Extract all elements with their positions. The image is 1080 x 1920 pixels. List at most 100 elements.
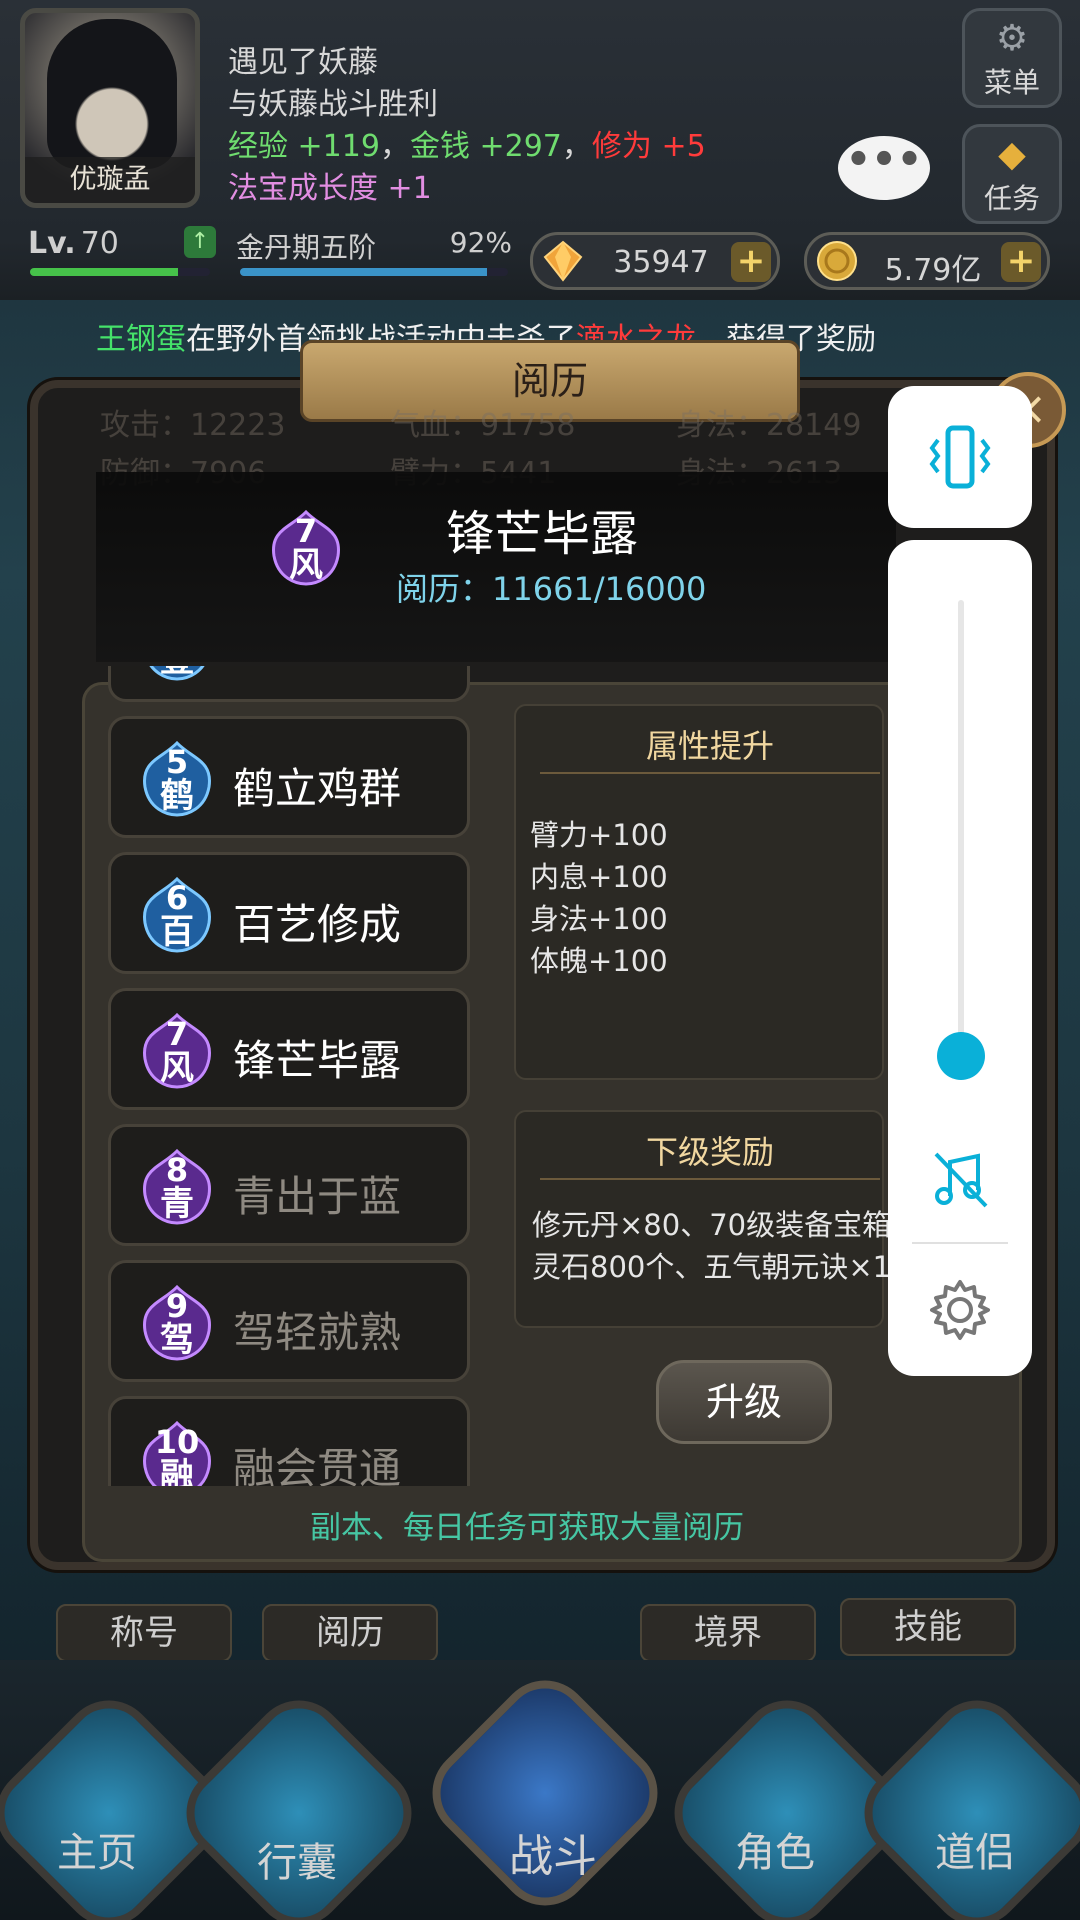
volume-slider-track[interactable] [958, 600, 964, 1080]
stage-badge: 4壹 [135, 666, 219, 683]
vibrate-toggle[interactable] [888, 386, 1032, 528]
attribute-line: 身法+100 [530, 902, 668, 936]
tab-title[interactable]: 称号 [56, 1604, 232, 1662]
stage-list[interactable]: 4壹 5鹤鹤立鸡群 6百百艺修成 7风锋芒毕露 8青青出于蓝 9驾驾轻就熟 10融融会贯通 [104, 666, 480, 1486]
realm-progress-bar [240, 268, 508, 276]
treasure-label: 法宝成长度 [228, 171, 378, 206]
log-line-treasure: 法宝成长度 +1 [228, 168, 432, 210]
separator: ， [561, 129, 592, 164]
hint-text: 副本、每日任务可获取大量阅历 [310, 1510, 744, 1546]
nav-character-label: 角色 [735, 1830, 815, 1876]
stage-char: 驾 [160, 1320, 194, 1360]
stage-name: 青出于蓝 [233, 1172, 402, 1221]
stage-list-item[interactable]: 4壹 [108, 666, 470, 702]
stage-list-item[interactable]: 7 风锋芒毕露 [108, 988, 470, 1110]
add-gems-button[interactable]: + [731, 242, 771, 282]
player-avatar[interactable]: 优璇孟 [20, 8, 200, 208]
gold-label: 金钱 [409, 129, 470, 164]
next-reward-section: 下级奖励 修元丹×80、70级装备宝箱× 灵石800个、五气朝元诀×1 [514, 1110, 915, 1328]
stage-char: 风 [160, 1048, 194, 1088]
stage-name: 锋芒毕露 [233, 1036, 402, 1085]
stage-char: 青 [160, 1184, 194, 1224]
level-display: Lv. 70 ↑ [28, 226, 228, 272]
stage-name: 融会贯通 [233, 1444, 402, 1486]
stage-list-item[interactable]: 6 百百艺修成 [108, 852, 470, 974]
avatar-portrait-art [47, 19, 177, 169]
task-label: 任务 [983, 182, 1040, 215]
attribute-upgrade-section: 属性提升 臂力+100 内息+100 身法+100 体魄+100 [514, 704, 884, 1080]
current-stage-badge: 7 风 [264, 508, 348, 588]
nav-battle-label: 战斗 [509, 1831, 597, 1882]
volume-slider-thumb[interactable] [937, 1032, 985, 1080]
stage-list-item[interactable]: 10 融融会贯通 [108, 1396, 470, 1486]
tab-experience[interactable]: 阅历 [262, 1604, 438, 1662]
stage-badge: 9驾 [135, 1283, 219, 1363]
reward-line: 修元丹×80、70级装备宝箱× [532, 1208, 916, 1242]
gear-icon[interactable] [928, 1278, 992, 1342]
attribute-line: 体魄+100 [530, 944, 668, 978]
task-button[interactable]: ◆ 任务 [962, 124, 1062, 224]
current-stage-exp: 阅历：11661/16000 [396, 564, 706, 610]
nav-bag-label: 行囊 [257, 1840, 337, 1886]
stage-badge: 8青 [135, 1147, 219, 1227]
level-label: Lv. [28, 226, 76, 261]
treasure-value: +1 [387, 171, 432, 206]
diamond-icon [543, 240, 583, 282]
gold-value: +297 [479, 129, 562, 164]
gem-currency: 35947 + [530, 232, 780, 290]
menu-label: 菜单 [983, 66, 1040, 99]
stage-badge: 6百 [135, 875, 219, 955]
realm-label: 金丹期五阶 [236, 231, 377, 264]
stat-body: 身法：28149 [676, 408, 862, 443]
upgrade-button[interactable]: 升级 [656, 1360, 832, 1444]
stage-tier: 7 [165, 1015, 189, 1053]
current-stage-card: 7 风 锋芒毕露 阅历：11661/16000 [96, 472, 896, 662]
nav-companion-label: 道侣 [935, 1830, 1015, 1876]
separator: ， [379, 129, 410, 164]
task-diamond-icon: ◆ [998, 134, 1026, 175]
stat-atk: 攻击：12223 [100, 408, 286, 443]
stage-name: 驾轻就熟 [233, 1308, 402, 1357]
stage-badge: 7风 [135, 1011, 219, 1091]
reward-line: 灵石800个、五气朝元诀×1 [532, 1250, 892, 1284]
gem-amount: 35947 [613, 245, 709, 280]
stat-hp: 气血：91758 [390, 408, 576, 443]
chat-bubble-icon[interactable]: ••• [838, 136, 930, 200]
stage-tier: 9 [165, 1287, 189, 1325]
stage-char: 鹤 [160, 776, 194, 816]
stage-list-item[interactable]: 9 驾驾轻就熟 [108, 1260, 470, 1382]
stage-list-item[interactable]: 5 鹤鹤立鸡群 [108, 716, 470, 838]
stage-tier: 6 [165, 879, 189, 917]
attribute-section-title: 属性提升 [540, 720, 880, 774]
tab-realm[interactable]: 境界 [640, 1604, 816, 1662]
gold-amount: 5.79亿 [884, 253, 982, 288]
exp-caption: 阅历： [396, 570, 493, 608]
attribute-line: 臂力+100 [530, 818, 668, 852]
realm-percent: 92% [449, 226, 512, 259]
cultivation-label: 修为 [591, 129, 652, 164]
stage-badge: 10 融 [135, 1419, 219, 1486]
gold-currency: 5.79亿 + [804, 232, 1050, 290]
log-line-encounter: 遇见了妖藤 [228, 45, 378, 80]
stage-char: 壹 [135, 666, 219, 679]
music-off-icon[interactable] [928, 1148, 994, 1212]
stage-list-item[interactable]: 8 青青出于蓝 [108, 1124, 470, 1246]
cultivation-value: +5 [661, 129, 706, 164]
exp-label: 经验 [228, 129, 288, 164]
nav-home-label: 主页 [57, 1830, 137, 1876]
exp-amount: 11661/16000 [492, 570, 707, 608]
current-stage-char: 风 [289, 545, 323, 585]
tab-skills[interactable]: 技能 [840, 1598, 1016, 1656]
current-stage-tier: 7 [294, 512, 318, 550]
attribute-line: 内息+100 [530, 860, 668, 894]
stage-char: 融 [160, 1456, 194, 1486]
stage-name: 百艺修成 [233, 900, 402, 949]
level-progress-bar [30, 268, 210, 276]
level-value: 70 [80, 226, 119, 261]
add-gold-button[interactable]: + [1001, 242, 1041, 282]
stage-char: 百 [160, 912, 194, 952]
stage-name: 鹤立鸡群 [233, 764, 402, 813]
stage-badge: 5鹤 [135, 739, 219, 819]
menu-button[interactable]: ⚙ 菜单 [962, 8, 1062, 108]
level-up-icon[interactable]: ↑ [184, 226, 216, 258]
